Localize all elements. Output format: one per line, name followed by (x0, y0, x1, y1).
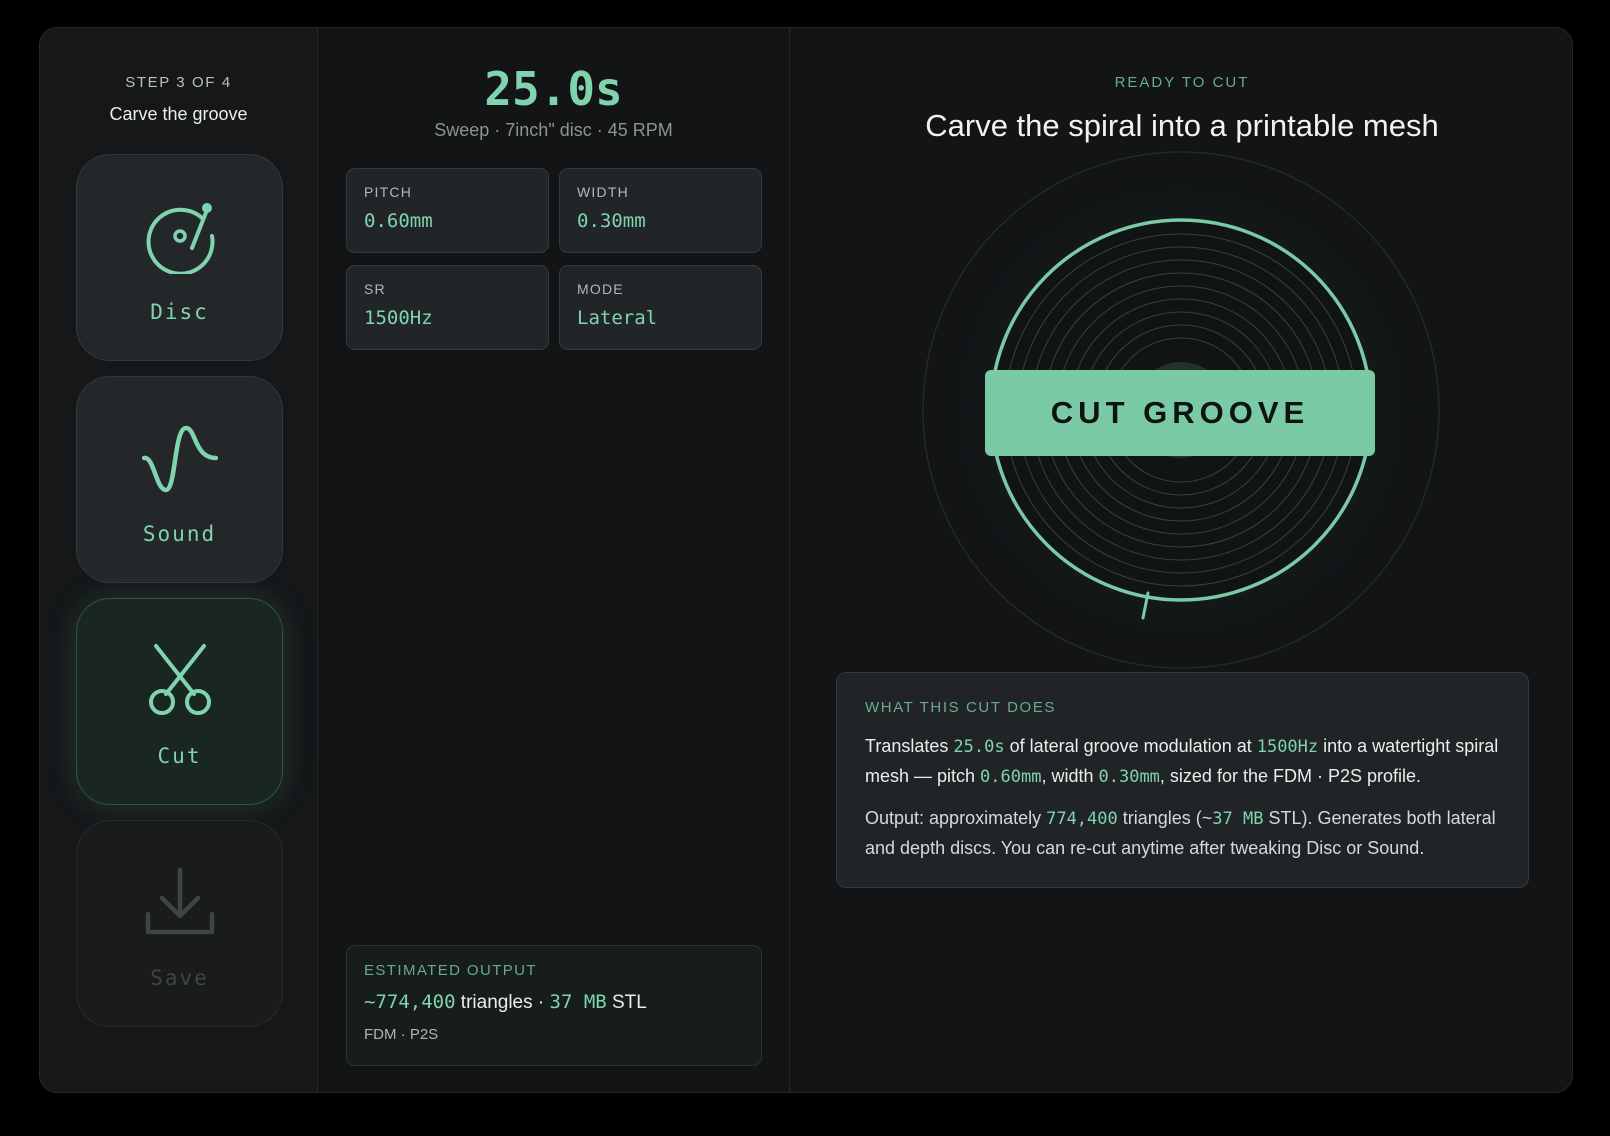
param-mode: MODE Lateral (559, 265, 762, 350)
step-title: Carve the groove (109, 104, 248, 124)
value-sample-rate: 1500Hz (1256, 737, 1319, 757)
cut-info-paragraph-1: Translates 25.0s of lateral groove modul… (865, 732, 1500, 792)
step-save-label: Save (150, 965, 209, 990)
step-sound-label: Sound (142, 521, 217, 546)
estimate-profile: FDM · P2S (364, 1026, 439, 1043)
param-sr-label: SR (364, 281, 386, 297)
estimate-triangles: ~774,400 (364, 991, 456, 1013)
param-pitch-value: 0.60mm (364, 210, 433, 232)
step-counter: STEP 3 OF 4 (125, 74, 232, 91)
text: , width (1041, 766, 1099, 786)
param-mode-value: Lateral (577, 307, 658, 329)
text: of lateral groove modulation at (1004, 736, 1257, 756)
cut-headline: Carve the spiral into a printable mesh (925, 108, 1439, 143)
text: , sized for the FDM · P2S profile. (1159, 766, 1422, 786)
download-icon (145, 867, 214, 934)
cut-groove-button[interactable]: CUT GROOVE (985, 370, 1375, 456)
app-window: STEP 3 OF 4 Carve the groove Disc Sound (39, 27, 1573, 1093)
steps-sidebar: STEP 3 OF 4 Carve the groove Disc Sound (40, 28, 318, 1092)
estimate-size: 37 MB (549, 991, 607, 1013)
scissors-icon (148, 643, 211, 715)
cut-info-card: WHAT THIS CUT DOES Translates 25.0s of l… (836, 672, 1529, 888)
text: Translates (865, 736, 954, 756)
estimated-output-card: ESTIMATED OUTPUT ~774,400 triangles · 37… (346, 945, 762, 1066)
param-width-label: WIDTH (577, 184, 629, 200)
text: Output: approximately (865, 808, 1047, 828)
cut-panel: READY TO CUT Carve the spiral into a pri… (790, 28, 1572, 1092)
estimated-output-value: ~774,400 triangles · 37 MB STL (364, 991, 744, 1014)
waveform-icon (141, 425, 218, 492)
value-triangles: 774,400 (1046, 809, 1118, 829)
step-sound-button[interactable]: Sound (76, 376, 283, 583)
text: triangles (~ (1117, 808, 1213, 828)
step-cut-label: Cut (157, 743, 202, 768)
value-duration: 25.0s (953, 737, 1005, 757)
cut-info-paragraph-2: Output: approximately 774,400 triangles … (865, 804, 1500, 863)
sweep-meta: Sweep · 7inch" disc · 45 RPM (434, 120, 673, 140)
param-width-value: 0.30mm (577, 210, 646, 232)
duration-readout: 25.0s (484, 62, 623, 116)
cut-status: READY TO CUT (1114, 74, 1250, 91)
groove-disc: CUT GROOVE (921, 150, 1441, 670)
step-cut-button[interactable]: Cut (76, 598, 283, 805)
step-disc-label: Disc (150, 299, 209, 324)
estimated-output-label: ESTIMATED OUTPUT (364, 962, 537, 979)
value-width: 0.30mm (1098, 767, 1160, 787)
value-pitch: 0.60mm (980, 767, 1042, 787)
param-sr: SR 1500Hz (346, 265, 549, 350)
param-sr-value: 1500Hz (364, 307, 433, 329)
summary-panel: 25.0s Sweep · 7inch" disc · 45 RPM PITCH… (318, 28, 790, 1092)
step-save-button[interactable]: Save (76, 820, 283, 1027)
cut-info-label: WHAT THIS CUT DOES (865, 699, 1057, 716)
estimate-size-unit: STL (606, 992, 647, 1013)
estimate-triangles-unit: triangles · (455, 992, 550, 1013)
param-mode-label: MODE (577, 281, 624, 297)
step-disc-button[interactable]: Disc (76, 154, 283, 361)
param-pitch-label: PITCH (364, 184, 412, 200)
disc-icon (146, 202, 214, 274)
param-width: WIDTH 0.30mm (559, 168, 762, 253)
param-pitch: PITCH 0.60mm (346, 168, 549, 253)
value-size: 37 MB (1212, 809, 1264, 829)
